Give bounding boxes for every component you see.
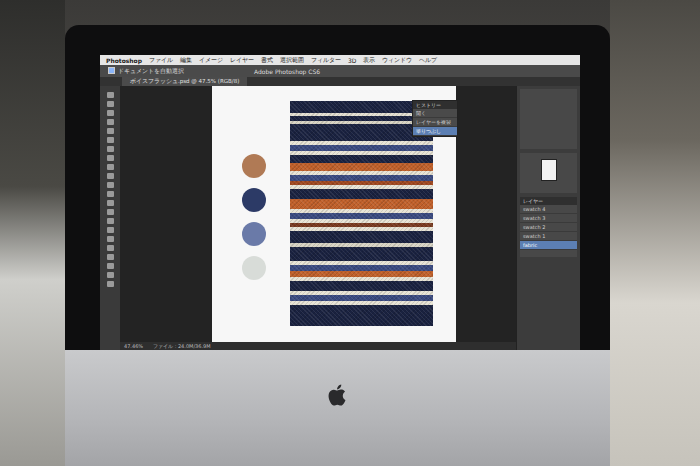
- layer-row[interactable]: swatch 3: [520, 214, 577, 223]
- layer-row[interactable]: swatch 2: [520, 223, 577, 232]
- history-panel[interactable]: ヒストリー開くレイヤーを複製塗りつぶし: [412, 100, 458, 137]
- screen: Photoshopファイル編集イメージレイヤー書式選択範囲フィルター3D表示ウィ…: [100, 55, 580, 350]
- history-item[interactable]: 開く: [413, 109, 457, 118]
- app-menu[interactable]: Photoshop: [106, 57, 142, 64]
- apple-logo-icon: [325, 380, 351, 410]
- tool-icon[interactable]: [107, 173, 114, 179]
- right-panels: レイヤーswatch 4swatch 3swatch 2swatch 1fabr…: [516, 86, 580, 350]
- tool-icon[interactable]: [107, 254, 114, 260]
- photo-scene: Photoshopファイル編集イメージレイヤー書式選択範囲フィルター3D表示ウィ…: [0, 0, 700, 466]
- tool-icon[interactable]: [107, 218, 114, 224]
- tool-icon[interactable]: [107, 164, 114, 170]
- panel-title: レイヤー: [520, 197, 577, 205]
- tool-icon[interactable]: [107, 191, 114, 197]
- menu-item[interactable]: レイヤー: [230, 56, 254, 65]
- color-swatch[interactable]: [242, 188, 266, 212]
- tool-icon[interactable]: [107, 119, 114, 125]
- menu-item[interactable]: ウィンドウ: [382, 56, 412, 65]
- tool-icon[interactable]: [107, 236, 114, 242]
- tool-icon[interactable]: [107, 209, 114, 215]
- monitor-chin: [65, 350, 610, 466]
- navigator-thumbnail[interactable]: [541, 159, 557, 181]
- workshop-background: [0, 0, 65, 466]
- tool-icon[interactable]: [107, 101, 114, 107]
- imac-monitor: Photoshopファイル編集イメージレイヤー書式選択範囲フィルター3D表示ウィ…: [65, 25, 610, 466]
- panel-title: ヒストリー: [413, 101, 457, 109]
- auto-select-option[interactable]: ドキュメントを自動選択: [108, 67, 184, 76]
- tool-icon[interactable]: [107, 128, 114, 134]
- color-swatch[interactable]: [242, 256, 266, 280]
- workspace: 47.46% ファイル : 24.0M/36.9M ヒストリー開くレイヤーを複製塗り…: [100, 86, 580, 350]
- canvas-area: 47.46% ファイル : 24.0M/36.9M ヒストリー開くレイヤーを複製塗り…: [120, 86, 516, 350]
- tools-panel: [100, 86, 120, 350]
- tool-icon[interactable]: [107, 272, 114, 278]
- color-swatch[interactable]: [242, 222, 266, 246]
- swatch-column: [242, 86, 266, 342]
- menu-item[interactable]: フィルター: [311, 56, 341, 65]
- layer-row[interactable]: swatch 1: [520, 232, 577, 241]
- menu-item[interactable]: 表示: [363, 56, 375, 65]
- menu-item[interactable]: 書式: [261, 56, 273, 65]
- document-tab[interactable]: ボイスフラッシュ.psd @ 47.5% (RGB/8): [122, 77, 247, 86]
- menu-item[interactable]: 選択範囲: [280, 56, 304, 65]
- layer-row[interactable]: fabric: [520, 241, 577, 250]
- tool-icon[interactable]: [107, 155, 114, 161]
- tool-icon[interactable]: [107, 245, 114, 251]
- tab-row: ボイスフラッシュ.psd @ 47.5% (RGB/8): [100, 77, 580, 86]
- menu-item[interactable]: 編集: [180, 56, 192, 65]
- menu-item[interactable]: イメージ: [199, 56, 223, 65]
- monitor-bezel: Photoshopファイル編集イメージレイヤー書式選択範囲フィルター3D表示ウィ…: [65, 25, 610, 350]
- menu-item[interactable]: ヘルプ: [419, 56, 437, 65]
- file-info: ファイル : 24.0M/36.9M: [153, 343, 210, 349]
- history-item[interactable]: レイヤーを複製: [413, 118, 457, 127]
- tool-icon[interactable]: [107, 227, 114, 233]
- menu-item[interactable]: ファイル: [149, 56, 173, 65]
- history-item[interactable]: 塗りつぶし: [413, 127, 457, 136]
- layers-panel: レイヤーswatch 4swatch 3swatch 2swatch 1fabr…: [520, 197, 577, 257]
- color-swatch[interactable]: [242, 154, 266, 178]
- zoom-level[interactable]: 47.46%: [124, 343, 143, 349]
- tool-icon[interactable]: [107, 92, 114, 98]
- status-bar: 47.46% ファイル : 24.0M/36.9M: [120, 342, 516, 350]
- desk-background: [610, 0, 700, 466]
- tool-icon[interactable]: [107, 110, 114, 116]
- tool-icon[interactable]: [107, 263, 114, 269]
- tool-icon[interactable]: [107, 137, 114, 143]
- navigator-panel: [520, 153, 577, 193]
- tool-icon[interactable]: [107, 281, 114, 287]
- menu-item[interactable]: 3D: [348, 57, 356, 64]
- window-title: Adobe Photoshop CS6: [254, 68, 320, 75]
- layer-row[interactable]: swatch 4: [520, 205, 577, 214]
- color-panel: [520, 89, 577, 149]
- tool-icon[interactable]: [107, 200, 114, 206]
- options-bar: ドキュメントを自動選択 Adobe Photoshop CS6: [100, 65, 580, 77]
- tool-icon[interactable]: [107, 146, 114, 152]
- tool-icon[interactable]: [107, 182, 114, 188]
- menu-bar: Photoshop ファイル編集イメージレイヤー書式選択範囲フィルター 3D 表示ウィ…: [100, 55, 580, 65]
- checkbox[interactable]: [108, 67, 115, 74]
